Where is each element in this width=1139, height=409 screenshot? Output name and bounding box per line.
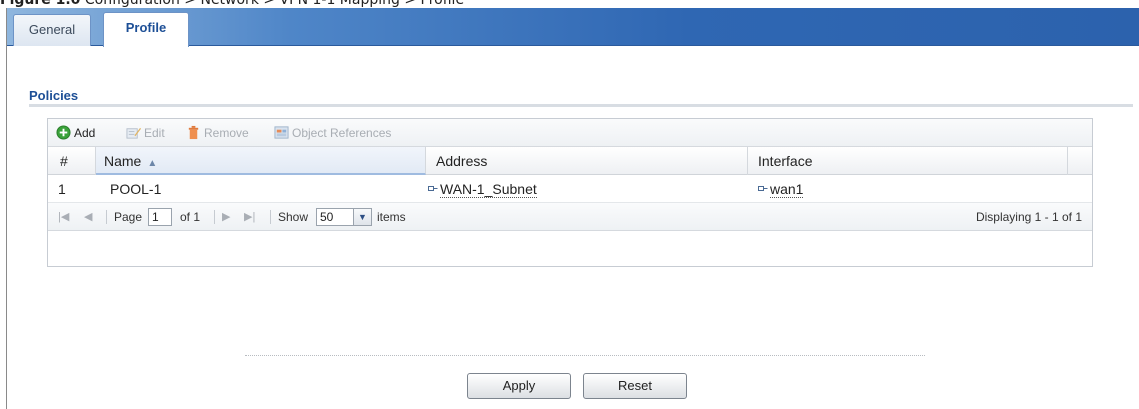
previous-page-icon[interactable]: ◀ (84, 203, 92, 231)
address-object-link[interactable]: WAN-1_Subnet (440, 181, 537, 198)
page-label: Page (114, 210, 143, 224)
section-divider (29, 104, 1133, 107)
object-references-button[interactable]: Object References (274, 125, 391, 141)
show-label: Show (278, 210, 309, 224)
object-link-icon (428, 186, 438, 191)
object-link-icon (758, 186, 768, 191)
section-title-policies: Policies (29, 88, 79, 103)
table-row[interactable]: 1 POOL-1 WAN-1_Subnet wan1 (48, 175, 1092, 203)
displaying-status: Displaying 1 - 1 of 1 (975, 210, 1082, 224)
pagination-bar: |◀ ◀ Page of 1 ▶ ▶| Show ▼ items Display… (48, 203, 1092, 231)
tab-profile[interactable]: Profile (103, 12, 189, 47)
first-page-icon[interactable]: |◀ (58, 203, 69, 231)
column-header-interface[interactable]: Interface (748, 147, 1068, 175)
add-label: Add (74, 126, 96, 140)
tab-bar: General Profile (7, 8, 1139, 47)
column-header-menu (1068, 147, 1092, 175)
items-label: items (377, 210, 406, 224)
pager-divider (270, 210, 271, 224)
edit-label: Edit (144, 126, 165, 140)
add-icon (56, 125, 71, 140)
column-header-address[interactable]: Address (426, 147, 748, 175)
figure-number: Figure 1.0 (0, 0, 81, 8)
figure-caption: Figure 1.0 Configuration > Network > VPN… (0, 0, 1139, 8)
row-address: WAN-1_Subnet (426, 175, 748, 203)
trash-icon (188, 125, 199, 140)
sort-ascending-icon: ▲ (147, 158, 158, 169)
page-size-select[interactable] (316, 208, 354, 226)
add-button[interactable]: Add (56, 125, 95, 141)
object-references-icon (274, 126, 289, 139)
chevron-down-icon[interactable]: ▼ (354, 208, 372, 226)
object-references-label: Object References (292, 126, 392, 140)
pager-divider (106, 210, 107, 224)
row-name: POOL-1 (110, 181, 162, 197)
next-page-icon[interactable]: ▶ (222, 203, 230, 231)
edit-button[interactable]: Edit (126, 125, 165, 141)
remove-label: Remove (204, 126, 249, 140)
page-number-input[interactable] (148, 208, 172, 226)
column-header-number[interactable]: # (48, 147, 96, 175)
remove-button[interactable]: Remove (186, 125, 249, 141)
column-header-name-label: Name (104, 153, 142, 169)
tab-general[interactable]: General (13, 14, 91, 46)
page-count-label: of 1 (180, 210, 201, 224)
config-panel: General Profile Policies Add Edit Remove… (6, 8, 1139, 409)
policies-table: Add Edit Remove Object References # Name… (47, 118, 1093, 267)
pager-divider (214, 210, 215, 224)
reset-button[interactable]: Reset (583, 373, 687, 399)
column-header-name[interactable]: Name ▲ (96, 147, 426, 175)
last-page-icon[interactable]: ▶| (244, 203, 255, 231)
apply-button[interactable]: Apply (467, 373, 571, 399)
table-header: # Name ▲ Address Interface (48, 147, 1092, 175)
interface-object-link[interactable]: wan1 (770, 181, 804, 198)
edit-icon (126, 127, 141, 139)
row-interface: wan1 (748, 175, 1068, 203)
row-number: 1 (58, 181, 66, 197)
footer-divider (245, 355, 925, 356)
figure-title: Configuration > Network > VPN 1-1 Mappin… (84, 0, 465, 8)
table-toolbar: Add Edit Remove Object References (48, 119, 1092, 147)
